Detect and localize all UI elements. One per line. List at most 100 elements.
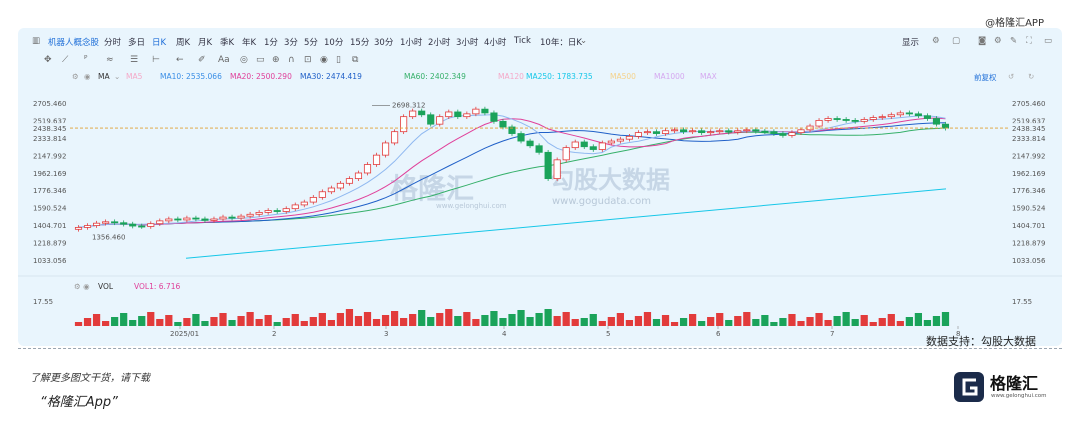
candle-body	[824, 118, 832, 121]
candle-body	[282, 208, 290, 212]
volume-bar	[92, 314, 101, 326]
volume-bar	[770, 322, 778, 326]
candle-body	[463, 113, 471, 118]
candle-body	[418, 110, 426, 116]
footer-note: 了解更多图文干货，请下载	[30, 373, 150, 384]
volume-bar	[472, 319, 480, 326]
volume-bar	[842, 312, 850, 326]
volume-bar	[878, 318, 886, 326]
candle-body	[689, 130, 697, 133]
volume-bar	[887, 314, 895, 326]
volume-bar	[670, 322, 679, 326]
volume-bar	[445, 309, 453, 326]
candle-body	[74, 227, 83, 230]
volume-bar	[661, 315, 670, 326]
candle-body	[734, 130, 742, 133]
volume-bar	[743, 312, 751, 326]
candle-body	[580, 141, 588, 148]
candle-body	[752, 129, 760, 132]
candle-body	[363, 164, 372, 174]
candle-body	[517, 133, 525, 142]
volume-bar	[616, 313, 624, 326]
candle-body	[120, 222, 128, 225]
candle-body	[661, 130, 670, 134]
candle-body	[652, 131, 661, 134]
candle-body	[336, 182, 344, 189]
volume-bar	[363, 312, 372, 326]
volume-bar	[716, 313, 724, 326]
high-label: 2698.312	[392, 102, 425, 110]
volume-bar	[138, 316, 146, 326]
x-label: 2025/01	[170, 330, 199, 338]
candle-body	[788, 132, 796, 136]
volume-bar	[643, 312, 652, 326]
candle-body	[571, 141, 579, 149]
volume-bar	[923, 320, 932, 326]
y-tick-left: 1218.879	[33, 240, 66, 248]
candle-body	[878, 116, 886, 119]
candle-body	[246, 213, 254, 217]
volume-bar	[463, 312, 471, 326]
volume-bar	[517, 310, 525, 326]
candle-body	[409, 110, 417, 118]
candle-body	[544, 151, 552, 180]
volume-bar	[806, 317, 814, 326]
candle-body	[192, 217, 200, 220]
candle-body	[264, 210, 272, 213]
volume-bar	[589, 314, 597, 326]
volume-bar	[454, 316, 462, 326]
volume-bar	[499, 318, 507, 326]
last-price-tag: 2438.345	[1012, 125, 1045, 133]
volume-bar	[625, 320, 634, 326]
y-tick-left: 1776.346	[33, 187, 67, 195]
candle-body	[815, 120, 823, 127]
volume-bar	[553, 316, 561, 326]
candle-body	[625, 135, 633, 140]
candle-body	[300, 201, 308, 206]
volume-bar	[201, 321, 209, 326]
watermark-brand2: 勾股大数据	[550, 166, 670, 194]
vol-settings-icon: ⚙ ◉	[74, 282, 90, 291]
volume-bar	[273, 322, 281, 326]
volume-bar	[752, 319, 760, 326]
candle-body	[427, 114, 435, 125]
candle-body	[589, 146, 597, 150]
volume-bar	[788, 314, 796, 326]
vol-value: VOL1: 6.716	[134, 282, 180, 291]
candle-body	[445, 111, 453, 118]
candle-body	[255, 212, 263, 215]
candle-body	[93, 222, 101, 226]
volume-bar	[237, 316, 245, 326]
volume-bar	[381, 315, 390, 326]
volume-bar	[309, 317, 317, 326]
candle-body	[210, 218, 218, 221]
candle-body	[860, 119, 868, 122]
volume-bar	[83, 318, 92, 326]
volume-bar	[797, 321, 805, 326]
x-label: 3	[384, 330, 388, 338]
volume-bar	[580, 318, 588, 326]
candle-body	[887, 114, 895, 118]
volume-bar	[914, 313, 923, 326]
vol-label: VOL	[98, 282, 114, 291]
candle-body	[905, 112, 913, 115]
candle-body	[201, 218, 209, 221]
candle-body	[83, 225, 92, 228]
candle-body	[391, 131, 399, 144]
candle-body	[851, 120, 859, 122]
volume-bar	[219, 313, 227, 326]
candle-body	[372, 154, 381, 165]
volume-bar	[74, 322, 83, 326]
candle-body	[923, 115, 931, 119]
vol-axis-top-right: 17.55	[1012, 298, 1032, 306]
volume-bar	[698, 321, 706, 326]
volume-bar	[183, 318, 191, 326]
y-tick-left: 1404.701	[33, 222, 66, 230]
ma-line-ma60	[78, 127, 946, 228]
candle-body	[318, 191, 326, 198]
footer-app: “格隆汇App”	[40, 395, 118, 410]
candle-body	[535, 145, 543, 153]
volume-bar	[111, 317, 119, 326]
volume-bar	[327, 320, 335, 326]
y-tick-right: 1590.524	[1012, 205, 1046, 213]
